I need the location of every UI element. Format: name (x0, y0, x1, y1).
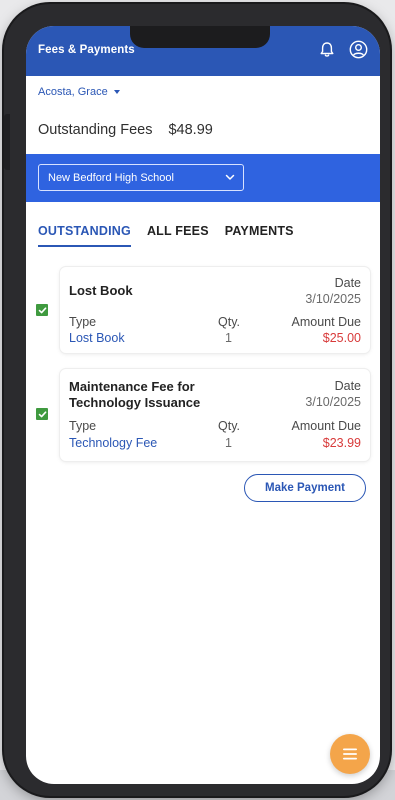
fee-checkbox[interactable] (36, 408, 48, 420)
student-name: Acosta, Grace (38, 86, 108, 98)
outstanding-amount: $48.99 (168, 122, 213, 138)
fee-tabs: OUTSTANDING ALL FEES PAYMENTS (38, 224, 294, 247)
date-label: Date (334, 379, 361, 393)
tab-all-fees[interactable]: ALL FEES (147, 224, 209, 247)
menu-icon (343, 748, 357, 760)
phone-side-button (4, 114, 10, 170)
type-label: Type (69, 419, 97, 433)
amount-label: Amount Due (291, 419, 361, 433)
school-band: New Bedford High School (26, 154, 380, 202)
account-icon[interactable] (349, 40, 368, 59)
check-icon (38, 306, 46, 313)
fee-type: Lost Book (69, 331, 125, 345)
app-title: Fees & Payments (38, 44, 135, 56)
fee-date: 3/10/2025 (305, 395, 361, 409)
check-icon (38, 410, 46, 417)
qty-label: Qty. (218, 315, 240, 329)
chevron-down-icon (225, 172, 235, 184)
school-select[interactable]: New Bedford High School (38, 164, 244, 191)
fee-date: 3/10/2025 (305, 292, 361, 306)
fee-qty: 1 (225, 331, 232, 345)
type-label: Type (69, 315, 97, 329)
outstanding-summary: Outstanding Fees $48.99 (38, 122, 213, 138)
date-label: Date (334, 276, 361, 290)
tab-outstanding[interactable]: OUTSTANDING (38, 224, 131, 247)
fee-amount: $25.00 (322, 331, 361, 345)
phone-notch (130, 26, 270, 48)
fee-qty: 1 (225, 436, 232, 450)
qty-label: Qty. (218, 419, 240, 433)
fee-type: Technology Fee (69, 436, 158, 450)
fee-name: Maintenance Fee for (69, 379, 195, 394)
make-payment-button[interactable]: Make Payment (244, 474, 366, 502)
fee-name: Lost Book (69, 283, 133, 298)
fee-name-line2: Technology Issuance (69, 395, 201, 410)
outstanding-label: Outstanding Fees (38, 122, 153, 138)
caret-down-icon (113, 90, 120, 94)
fee-card: Lost Book Date 3/10/2025 Type Lost Book … (60, 267, 370, 353)
menu-fab[interactable] (330, 734, 370, 774)
phone-frame: Fees & Payments Acosta, Grace Outstandin… (4, 4, 390, 796)
school-select-value: New Bedford High School (48, 171, 174, 184)
fee-card: Maintenance Fee for Technology Issuance … (60, 369, 370, 461)
student-selector[interactable]: Acosta, Grace (38, 86, 120, 98)
bell-icon[interactable] (319, 41, 335, 58)
fee-amount: $23.99 (322, 436, 361, 450)
app-bar-actions (319, 40, 368, 59)
app-screen: Fees & Payments Acosta, Grace Outstandin… (26, 26, 380, 784)
tab-payments[interactable]: PAYMENTS (225, 224, 294, 247)
amount-label: Amount Due (291, 315, 361, 329)
fee-checkbox[interactable] (36, 304, 48, 316)
